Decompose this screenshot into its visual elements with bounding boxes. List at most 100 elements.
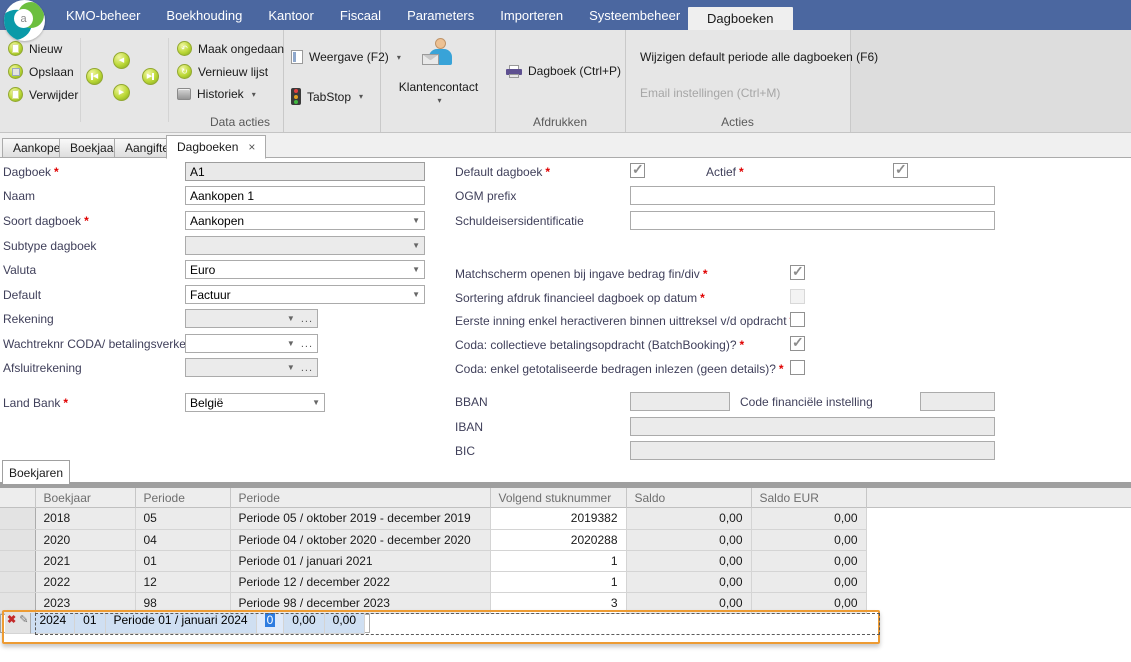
delete-button[interactable]: Verwijder <box>8 87 78 102</box>
check-icon: ✓ <box>895 161 907 178</box>
group-label-acties: Acties <box>625 115 850 129</box>
label-eerste-inning: Eerste inning enkel heractiveren binnen … <box>455 314 787 328</box>
table-row[interactable]: 202212 Periode 12 / december 20221 0,000… <box>0 571 866 592</box>
nav-previous-button[interactable]: ◀ <box>113 52 130 69</box>
label-default: Default <box>3 288 41 302</box>
menu-item-systeembeheer[interactable]: Systeembeheer <box>589 8 680 23</box>
label-bic: BIC <box>455 444 475 458</box>
header-volgend-stuknummer[interactable]: Volgend stuknummer <box>490 488 626 508</box>
required-marker: * <box>739 165 744 179</box>
customer-contact-button[interactable]: Klantencontact ▾ <box>385 34 492 129</box>
undo-button[interactable]: ↶ Maak ongedaan <box>177 41 284 56</box>
chevron-down-icon: ▾ <box>437 96 441 105</box>
new-button[interactable]: Nieuw <box>8 41 62 56</box>
menu-item-parameters[interactable]: Parameters <box>407 8 474 23</box>
naam-field[interactable] <box>185 186 425 205</box>
tab-dagboeken-active[interactable]: Dagboeken × <box>166 135 266 159</box>
ogm-prefix-field[interactable] <box>630 186 995 205</box>
default-dagboek-checkbox[interactable]: ✓ <box>630 163 645 178</box>
table-row-selected[interactable]: ✖ ✎ 202401 Periode 01 / januari 2024 0 0… <box>0 614 370 633</box>
app-logo-icon[interactable]: a <box>4 0 45 41</box>
soort-dagboek-select[interactable]: Aankopen▼ <box>185 211 425 230</box>
sub-divider <box>168 38 169 122</box>
close-icon[interactable]: × <box>248 140 255 154</box>
menu-item-fiscaal[interactable]: Fiscaal <box>340 8 381 23</box>
group-label-afdrukken: Afdrukken <box>495 115 625 129</box>
next-icon: ▶ <box>119 89 124 96</box>
menu-item-boekhouding[interactable]: Boekhouding <box>166 8 242 23</box>
header-boekjaar[interactable]: Boekjaar <box>35 488 135 508</box>
journal-detail-form: Dagboek* Naam Soort dagboek* Subtype dag… <box>0 158 1131 460</box>
new-icon <box>8 41 23 56</box>
wachtreknr-combo[interactable]: ▼ ... <box>185 334 318 353</box>
label-actief: Actief <box>706 165 736 179</box>
boekjaren-section: Boekjaren Boekjaar Periode Periode Volge… <box>0 460 1131 662</box>
selected-edit-value[interactable]: 0 <box>265 613 276 627</box>
header-indicator <box>0 488 35 508</box>
label-matchscherm: Matchscherm openen bij ingave bedrag fin… <box>455 267 700 281</box>
dropdown-arrow-icon: ▼ <box>412 242 420 250</box>
email-settings-button: Email instellingen (Ctrl+M) <box>640 86 780 100</box>
tabstop-button[interactable]: TabStop ▾ <box>291 88 363 105</box>
menu-item-dagboeken-active[interactable]: Dagboeken <box>688 7 793 30</box>
history-icon <box>177 88 191 100</box>
table-row[interactable]: 202004 Periode 04 / oktober 2020 - decem… <box>0 529 866 550</box>
customer-contact-icon <box>422 38 456 74</box>
lookup-ellipsis-button[interactable]: ... <box>301 338 313 350</box>
history-button[interactable]: Historiek ▾ <box>177 87 256 101</box>
menu-item-kantoor[interactable]: Kantoor <box>268 8 314 23</box>
delete-icon <box>8 87 23 102</box>
code-financiele-instelling-field[interactable] <box>920 392 995 411</box>
land-bank-select[interactable]: België▼ <box>185 393 325 412</box>
row-indicator <box>0 529 35 550</box>
bban-field[interactable] <box>630 392 730 411</box>
row-indicator <box>0 508 35 529</box>
actief-checkbox[interactable]: ✓ <box>893 163 908 178</box>
delete-row-icon[interactable]: ✖ <box>7 613 16 626</box>
schuldeisersidentificatie-field[interactable] <box>630 211 995 230</box>
coda-getotaliseerd-checkbox[interactable]: ✓ <box>790 360 805 375</box>
group-label-data-acties: Data acties <box>0 115 270 129</box>
label-coda-getotaliseerd: Coda: enkel getotaliseerde bedragen inle… <box>455 362 776 376</box>
label-default-dagboek: Default dagboek <box>455 165 542 179</box>
default-select[interactable]: Factuur▼ <box>185 285 425 304</box>
coda-collectieve-checkbox[interactable]: ✓ <box>790 336 805 351</box>
header-periode-omschrijving[interactable]: Periode <box>230 488 490 508</box>
refresh-list-button[interactable]: ↻ Vernieuw lijst <box>177 64 268 79</box>
volgend-stuknummer-edit-cell[interactable]: 0 <box>257 613 285 634</box>
eerste-inning-checkbox[interactable]: ✓ <box>790 312 805 327</box>
dropdown-arrow-icon[interactable]: ▼ <box>412 266 420 274</box>
dropdown-arrow-icon[interactable]: ▼ <box>412 217 420 225</box>
lookup-ellipsis-button: ... <box>301 313 313 325</box>
save-button[interactable]: Opslaan <box>8 64 74 79</box>
rekening-combo: ▼ ... <box>185 309 318 328</box>
table-row[interactable]: 202398 Periode 98 / december 20233 0,000… <box>0 592 866 613</box>
header-saldo[interactable]: Saldo <box>626 488 751 508</box>
valuta-select[interactable]: Euro▼ <box>185 260 425 279</box>
change-default-period-button[interactable]: Wijzigen default periode alle dagboeken … <box>640 50 878 64</box>
group-divider <box>380 30 381 132</box>
nav-last-button[interactable]: ▶ <box>142 68 159 85</box>
print-journal-button[interactable]: Dagboek (Ctrl+P) <box>506 64 621 78</box>
dropdown-arrow-icon[interactable]: ▼ <box>312 399 320 407</box>
nav-next-button[interactable]: ▶ <box>113 84 130 101</box>
iban-field[interactable] <box>630 417 995 436</box>
bic-field[interactable] <box>630 441 995 460</box>
check-icon: ✓ <box>632 161 644 178</box>
menu-item-importeren[interactable]: Importeren <box>500 8 563 23</box>
traffic-light-icon <box>291 88 301 105</box>
prev-icon: ◀ <box>119 57 124 64</box>
table-row[interactable]: 201805 Periode 05 / oktober 2019 - decem… <box>0 508 866 529</box>
header-periode[interactable]: Periode <box>135 488 230 508</box>
logo-letter: a <box>14 9 33 28</box>
menu-item-kmo-beheer[interactable]: KMO-beheer <box>66 8 140 23</box>
table-row[interactable]: 202101 Periode 01 / januari 20211 0,000,… <box>0 550 866 571</box>
dagboek-code-field[interactable] <box>185 162 425 181</box>
tab-boekjaren[interactable]: Boekjaren <box>2 460 70 484</box>
matchscherm-checkbox[interactable]: ✓ <box>790 265 805 280</box>
dropdown-arrow-icon[interactable]: ▼ <box>287 340 295 348</box>
header-saldo-eur[interactable]: Saldo EUR <box>751 488 866 508</box>
check-icon: ✓ <box>792 263 804 280</box>
nav-first-button[interactable]: ◀ <box>86 68 103 85</box>
dropdown-arrow-icon[interactable]: ▼ <box>412 291 420 299</box>
